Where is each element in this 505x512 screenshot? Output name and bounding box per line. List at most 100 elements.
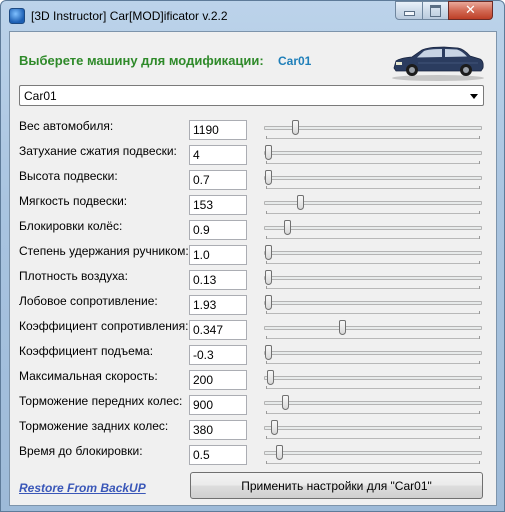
param-value-input[interactable] [189, 295, 247, 315]
slider-ticks [266, 361, 480, 364]
slider-thumb[interactable] [297, 195, 304, 210]
slider-ticks [266, 411, 480, 414]
slider-track[interactable] [264, 276, 482, 280]
param-slider[interactable] [264, 270, 482, 290]
slider-thumb[interactable] [265, 170, 272, 185]
param-value-input[interactable] [189, 145, 247, 165]
param-slider[interactable] [264, 420, 482, 440]
param-value-input[interactable] [189, 395, 247, 415]
param-slider[interactable] [264, 195, 482, 215]
slider-thumb[interactable] [267, 370, 274, 385]
param-value-input[interactable] [189, 345, 247, 365]
param-value-input[interactable] [189, 320, 247, 340]
param-label: Лобовое сопротивление: [19, 294, 158, 308]
slider-track[interactable] [264, 426, 482, 430]
slider-ticks [266, 161, 480, 164]
minimize-button[interactable] [395, 1, 423, 20]
slider-ticks [266, 336, 480, 339]
param-row: Торможение передних колес: [10, 394, 498, 419]
param-row: Вес автомобиля: [10, 119, 498, 144]
param-slider[interactable] [264, 120, 482, 140]
param-row: Коэффициент подъема: [10, 344, 498, 369]
param-row: Торможение задних колес: [10, 419, 498, 444]
param-row: Лобовое сопротивление: [10, 294, 498, 319]
slider-ticks [266, 236, 480, 239]
slider-track[interactable] [264, 251, 482, 255]
slider-track[interactable] [264, 451, 482, 455]
param-slider[interactable] [264, 395, 482, 415]
slider-thumb[interactable] [271, 420, 278, 435]
slider-thumb[interactable] [265, 245, 272, 260]
slider-thumb[interactable] [265, 295, 272, 310]
param-label: Мягкость подвески: [19, 194, 128, 208]
slider-ticks [266, 261, 480, 264]
chevron-down-icon[interactable] [470, 94, 478, 99]
slider-track[interactable] [264, 301, 482, 305]
slider-track[interactable] [264, 401, 482, 405]
restore-backup-link[interactable]: Restore From BackUP [19, 481, 146, 495]
param-label: Плотность воздуха: [19, 269, 128, 283]
param-value-input[interactable] [189, 270, 247, 290]
slider-track[interactable] [264, 351, 482, 355]
slider-track[interactable] [264, 376, 482, 380]
param-row: Степень удержания ручником: [10, 244, 498, 269]
slider-track[interactable] [264, 176, 482, 180]
slider-thumb[interactable] [282, 395, 289, 410]
param-label: Торможение передних колес: [19, 394, 183, 408]
close-icon: ✕ [465, 3, 476, 18]
param-slider[interactable] [264, 320, 482, 340]
param-value-input[interactable] [189, 170, 247, 190]
slider-thumb[interactable] [276, 445, 283, 460]
param-value-input[interactable] [189, 420, 247, 440]
slider-track[interactable] [264, 226, 482, 230]
param-label: Коэффициент подъема: [19, 344, 154, 358]
slider-thumb[interactable] [265, 345, 272, 360]
param-value-input[interactable] [189, 220, 247, 240]
param-value-input[interactable] [189, 245, 247, 265]
param-slider[interactable] [264, 220, 482, 240]
param-label: Высота подвески: [19, 169, 118, 183]
selected-car-name: Car01 [278, 54, 312, 68]
param-slider[interactable] [264, 370, 482, 390]
main-panel: Выберете машину для модификации: Car01 C… [9, 31, 497, 506]
slider-ticks [266, 136, 480, 139]
app-icon [9, 8, 25, 24]
param-slider[interactable] [264, 245, 482, 265]
param-value-input[interactable] [189, 370, 247, 390]
param-row: Блокировки колёс: [10, 219, 498, 244]
slider-ticks [266, 311, 480, 314]
param-label: Торможение задних колес: [19, 419, 169, 433]
slider-thumb[interactable] [339, 320, 346, 335]
param-slider[interactable] [264, 345, 482, 365]
slider-track[interactable] [264, 151, 482, 155]
slider-track[interactable] [264, 326, 482, 330]
param-slider[interactable] [264, 170, 482, 190]
param-label: Степень удержания ручником: [19, 244, 189, 258]
title-bar[interactable]: [3D Instructor] Car[MOD]ificator v.2.2 ✕ [1, 1, 504, 31]
param-slider[interactable] [264, 145, 482, 165]
slider-thumb[interactable] [284, 220, 291, 235]
param-label: Время до блокировки: [19, 444, 143, 458]
param-slider[interactable] [264, 445, 482, 465]
param-value-input[interactable] [189, 445, 247, 465]
slider-ticks [266, 211, 480, 214]
car-select-dropdown[interactable]: Car01 [19, 85, 484, 106]
slider-ticks [266, 386, 480, 389]
slider-ticks [266, 461, 480, 464]
param-row: Плотность воздуха: [10, 269, 498, 294]
window-title: [3D Instructor] Car[MOD]ificator v.2.2 [31, 9, 228, 23]
close-button[interactable]: ✕ [448, 1, 493, 20]
param-label: Блокировки колёс: [19, 219, 123, 233]
car-image [392, 46, 484, 81]
param-value-input[interactable] [189, 195, 247, 215]
param-slider[interactable] [264, 295, 482, 315]
apply-settings-button[interactable]: Применить настройки для "Car01" [190, 472, 483, 499]
slider-ticks [266, 436, 480, 439]
maximize-button[interactable] [422, 1, 449, 20]
slider-thumb[interactable] [265, 145, 272, 160]
slider-thumb[interactable] [292, 120, 299, 135]
param-value-input[interactable] [189, 120, 247, 140]
slider-thumb[interactable] [265, 270, 272, 285]
param-row: Время до блокировки: [10, 444, 498, 469]
param-label: Вес автомобиля: [19, 119, 114, 133]
